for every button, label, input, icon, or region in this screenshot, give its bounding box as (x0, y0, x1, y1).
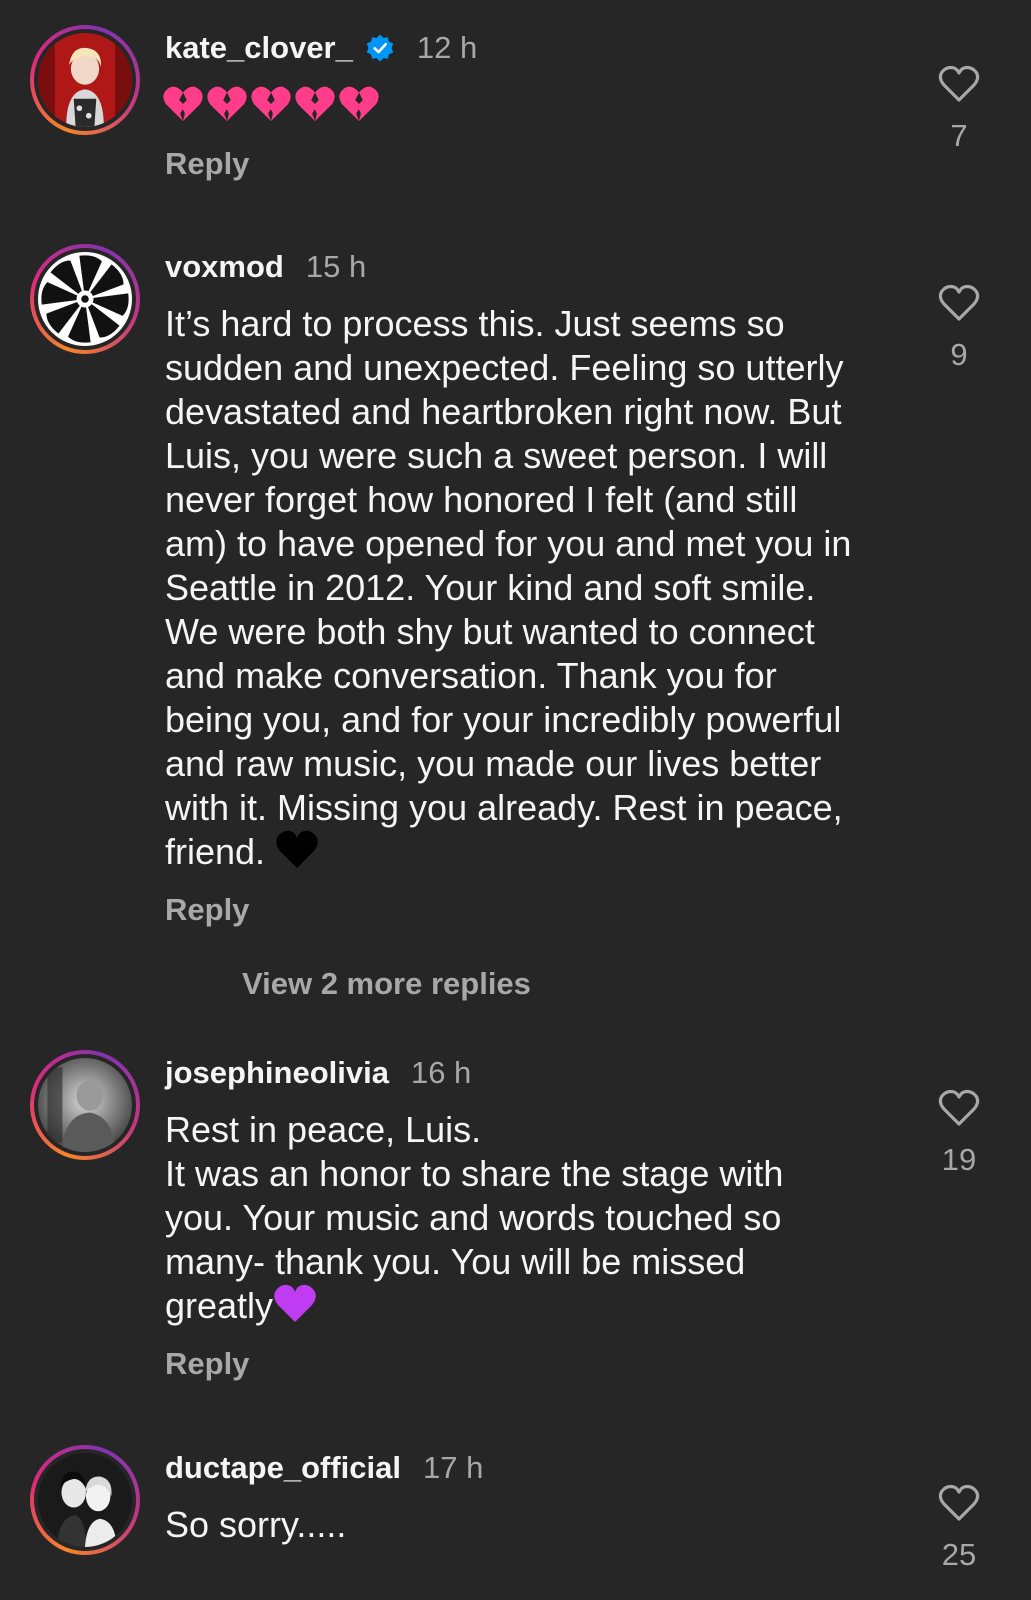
comment-time: 17 h (423, 1450, 484, 1485)
comment-text: So sorry..... (165, 1503, 885, 1547)
broken-heart-icon (339, 86, 379, 122)
like-control: 7 (918, 64, 1000, 154)
heart-outline-icon[interactable] (937, 1483, 981, 1523)
like-control: 9 (918, 283, 1000, 373)
reply-button[interactable]: Reply (165, 892, 249, 928)
broken-heart-icon (295, 86, 335, 122)
avatar[interactable] (30, 25, 140, 135)
broken-heart-icon (251, 86, 291, 122)
verified-badge-icon (365, 33, 395, 63)
comments-list: kate_clover_ 12 h Reply 7 voxmod 15 h It… (0, 0, 1031, 1600)
ductape-official-avatar-image (38, 1453, 132, 1547)
comment-time: 12 h (416, 30, 478, 65)
reply-button[interactable]: Reply (165, 1346, 249, 1382)
comment-time: 16 h (410, 1055, 472, 1090)
comment-text: It’s hard to process this. Just seems so… (165, 302, 885, 874)
like-count: 9 (950, 337, 968, 372)
comment-text: Rest in peace, Luis. It was an honor to … (165, 1108, 885, 1328)
josephineolivia-avatar-image (38, 1058, 132, 1152)
broken-hearts-emoji-row (162, 84, 380, 124)
like-count: 19 (941, 1142, 977, 1177)
reply-button[interactable]: Reply (165, 146, 249, 182)
avatar[interactable] (30, 1050, 140, 1160)
heart-outline-icon[interactable] (937, 64, 981, 104)
like-count: 7 (950, 118, 968, 153)
username[interactable]: kate_clover_ (165, 30, 353, 66)
heart-outline-icon[interactable] (937, 1088, 981, 1128)
broken-heart-icon (207, 86, 247, 122)
avatar[interactable] (30, 244, 140, 354)
username[interactable]: josephineolivia (165, 1055, 389, 1091)
view-more-replies-button[interactable]: View 2 more replies (242, 966, 531, 1002)
like-control: 25 (918, 1483, 1000, 1573)
comment-body: Rest in peace, Luis. It was an honor to … (165, 1109, 784, 1326)
purple-heart-icon (273, 1284, 317, 1324)
comment-body: It’s hard to process this. Just seems so… (165, 303, 852, 872)
comment-body: So sorry..... (165, 1504, 347, 1545)
kate-clover-avatar-image (38, 33, 132, 127)
username[interactable]: voxmod (165, 249, 284, 285)
voxmod-avatar-image (38, 252, 132, 346)
avatar[interactable] (30, 1445, 140, 1555)
broken-heart-icon (163, 86, 203, 122)
comment-time: 15 h (305, 249, 367, 284)
black-heart-icon (275, 830, 319, 870)
heart-outline-icon[interactable] (937, 283, 981, 323)
username[interactable]: ductape_official (165, 1450, 401, 1486)
like-control: 19 (918, 1088, 1000, 1178)
like-count: 25 (941, 1537, 977, 1572)
